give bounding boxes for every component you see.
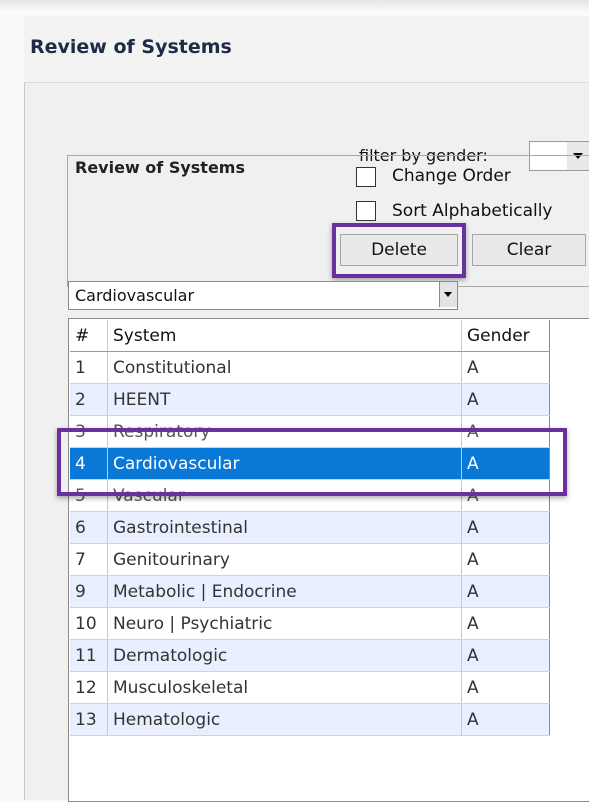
row-system: Genitourinary xyxy=(108,544,462,575)
row-system: Gastrointestinal xyxy=(108,512,462,543)
clear-button[interactable]: Clear xyxy=(472,234,586,266)
combobox-value: Cardiovascular xyxy=(75,286,195,305)
row-gender: A xyxy=(462,576,550,607)
row-system: Musculoskeletal xyxy=(108,672,462,703)
table-row[interactable]: 11 Dermatologic A xyxy=(70,640,550,672)
column-header-num[interactable]: # xyxy=(70,320,108,351)
row-gender: A xyxy=(462,672,550,703)
table-row[interactable]: 6 Gastrointestinal A xyxy=(70,512,550,544)
table-row[interactable]: 13 Hematologic A xyxy=(70,704,550,736)
grid-header-row: # System Gender xyxy=(70,320,550,352)
row-system: Dermatologic xyxy=(108,640,462,671)
row-system: Neuro | Psychiatric xyxy=(108,608,462,639)
row-num: 1 xyxy=(70,352,108,383)
window-title: Review of Systems xyxy=(30,36,232,58)
table-row[interactable]: 1 Constitutional A xyxy=(70,352,550,384)
row-num: 10 xyxy=(70,608,108,639)
group-title: Review of Systems xyxy=(75,158,245,177)
row-gender: A xyxy=(462,384,550,415)
row-num: 9 xyxy=(70,576,108,607)
sort-alphabetically-checkbox[interactable] xyxy=(356,201,376,221)
row-gender: A xyxy=(462,352,550,383)
table-row[interactable]: 10 Neuro | Psychiatric A xyxy=(70,608,550,640)
table-row[interactable]: 2 HEENT A xyxy=(70,384,550,416)
system-combobox[interactable]: Cardiovascular xyxy=(68,281,458,310)
row-system: Hematologic xyxy=(108,704,462,735)
row-num: 6 xyxy=(70,512,108,543)
row-gender: A xyxy=(462,640,550,671)
row-num: 7 xyxy=(70,544,108,575)
row-num: 13 xyxy=(70,704,108,735)
row-num: 11 xyxy=(70,640,108,671)
combobox-arrow-icon[interactable] xyxy=(439,282,457,307)
change-order-label: Change Order xyxy=(392,166,511,186)
row-gender: A xyxy=(462,608,550,639)
row-gender: A xyxy=(462,544,550,575)
window-shadow xyxy=(0,0,589,12)
change-order-checkbox[interactable] xyxy=(356,167,376,187)
selected-row-highlight-box xyxy=(57,428,567,496)
row-num: 12 xyxy=(70,672,108,703)
table-row[interactable]: 12 Musculoskeletal A xyxy=(70,672,550,704)
column-header-system[interactable]: System xyxy=(108,320,462,351)
table-row[interactable]: 9 Metabolic | Endocrine A xyxy=(70,576,550,608)
row-system: Constitutional xyxy=(108,352,462,383)
row-gender: A xyxy=(462,512,550,543)
table-row[interactable]: 7 Genitourinary A xyxy=(70,544,550,576)
row-system: Metabolic | Endocrine xyxy=(108,576,462,607)
row-num: 2 xyxy=(70,384,108,415)
row-system: HEENT xyxy=(108,384,462,415)
row-gender: A xyxy=(462,704,550,735)
systems-grid-table: # System Gender 1 Constitutional A 2 HEE… xyxy=(70,320,550,736)
sort-alphabetically-label: Sort Alphabetically xyxy=(392,201,553,221)
delete-highlight-box xyxy=(332,223,466,278)
column-header-gender[interactable]: Gender xyxy=(462,320,550,351)
